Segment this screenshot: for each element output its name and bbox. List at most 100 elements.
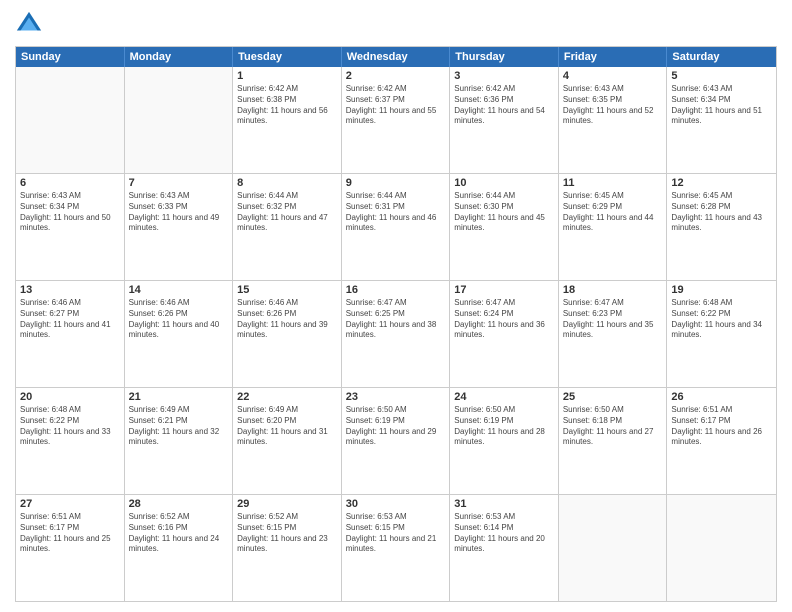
calendar-cell: 23Sunrise: 6:50 AM Sunset: 6:19 PM Dayli…: [342, 388, 451, 494]
calendar-week-row: 27Sunrise: 6:51 AM Sunset: 6:17 PM Dayli…: [16, 495, 776, 601]
calendar-cell: 16 Sunrise: 6:47 AM Sunset: 6:25 PM Dayli…: [342, 281, 451, 387]
calendar-cell: [16, 67, 125, 173]
cell-info: Sunrise: 6:46 AM Sunset: 6:26 PM Dayligh…: [129, 298, 229, 341]
weekday-header: Thursday: [450, 47, 559, 67]
cell-info: Sunrise: 6:53 AM Sunset: 6:15 PM Dayligh…: [346, 512, 446, 555]
cell-info: Sunrise: 6:44 AM Sunset: 6:30 PM Dayligh…: [454, 191, 554, 234]
weekday-header: Friday: [559, 47, 668, 67]
calendar-cell: [667, 495, 776, 601]
weekday-header: Saturday: [667, 47, 776, 67]
calendar-cell: [559, 495, 668, 601]
calendar-cell: 11 Sunrise: 6:45 AM Sunset: 6:29 PM Dayli…: [559, 174, 668, 280]
calendar-cell: 15 Sunrise: 6:46 AM Sunset: 6:26 PM Dayli…: [233, 281, 342, 387]
cell-info: Sunrise: 6:47 AM Sunset: 6:24 PM Dayligh…: [454, 298, 554, 341]
calendar-cell: 26 Sunrise: 6:51 AM Sunset: 6:17 PM Dayli…: [667, 388, 776, 494]
cell-info: Sunrise: 6:43 AM Sunset: 6:33 PM Dayligh…: [129, 191, 229, 234]
cell-info: Sunrise: 6:48 AM Sunset: 6:22 PM Dayligh…: [671, 298, 772, 341]
calendar-cell: 22 Sunrise: 6:49 AM Sunset: 6:20 PM Dayli…: [233, 388, 342, 494]
cell-info: Sunrise: 6:47 AM Sunset: 6:25 PM Dayligh…: [346, 298, 446, 341]
logo: [15, 10, 47, 38]
day-number: 22: [237, 391, 337, 403]
cell-info: Sunrise: 6:45 AM Sunset: 6:29 PM Dayligh…: [563, 191, 663, 234]
day-number: 21: [129, 391, 229, 403]
cell-info: Sunrise: 6:44 AM Sunset: 6:32 PM Dayligh…: [237, 191, 337, 234]
day-number: 20: [20, 391, 120, 403]
cell-info: Sunrise: 6:49 AM Sunset: 6:20 PM Dayligh…: [237, 405, 337, 448]
calendar: SundayMondayTuesdayWednesdayThursdayFrid…: [15, 46, 777, 602]
day-number: 9: [346, 177, 446, 189]
day-number: 19: [671, 284, 772, 296]
cell-info: Sunrise: 6:50 AM Sunset: 6:19 PM Dayligh…: [346, 405, 446, 448]
day-number: 31: [454, 498, 554, 510]
day-number: 7: [129, 177, 229, 189]
day-number: 17: [454, 284, 554, 296]
calendar-cell: [125, 67, 234, 173]
calendar-cell: 18Sunrise: 6:47 AM Sunset: 6:23 PM Dayli…: [559, 281, 668, 387]
calendar-cell: 25 Sunrise: 6:50 AM Sunset: 6:18 PM Dayli…: [559, 388, 668, 494]
day-number: 24: [454, 391, 554, 403]
day-number: 28: [129, 498, 229, 510]
weekday-header: Monday: [125, 47, 234, 67]
calendar-week-row: 13 Sunrise: 6:46 AM Sunset: 6:27 PM Dayli…: [16, 281, 776, 388]
calendar-cell: 12 Sunrise: 6:45 AM Sunset: 6:28 PM Dayli…: [667, 174, 776, 280]
weekday-header: Tuesday: [233, 47, 342, 67]
calendar-body: 1 Sunrise: 6:42 AM Sunset: 6:38 PM Daylig…: [16, 67, 776, 601]
cell-info: Sunrise: 6:53 AM Sunset: 6:14 PM Dayligh…: [454, 512, 554, 555]
day-number: 2: [346, 70, 446, 82]
day-number: 5: [671, 70, 772, 82]
cell-info: Sunrise: 6:43 AM Sunset: 6:34 PM Dayligh…: [20, 191, 120, 234]
day-number: 10: [454, 177, 554, 189]
calendar-week-row: 1 Sunrise: 6:42 AM Sunset: 6:38 PM Daylig…: [16, 67, 776, 174]
day-number: 3: [454, 70, 554, 82]
calendar-cell: 3 Sunrise: 6:42 AM Sunset: 6:36 PM Daylig…: [450, 67, 559, 173]
day-number: 1: [237, 70, 337, 82]
day-number: 16: [346, 284, 446, 296]
calendar-cell: 30 Sunrise: 6:53 AM Sunset: 6:15 PM Dayli…: [342, 495, 451, 601]
calendar-cell: 4 Sunrise: 6:43 AM Sunset: 6:35 PM Daylig…: [559, 67, 668, 173]
cell-info: Sunrise: 6:50 AM Sunset: 6:18 PM Dayligh…: [563, 405, 663, 448]
day-number: 27: [20, 498, 120, 510]
cell-info: Sunrise: 6:45 AM Sunset: 6:28 PM Dayligh…: [671, 191, 772, 234]
cell-info: Sunrise: 6:42 AM Sunset: 6:36 PM Dayligh…: [454, 84, 554, 127]
day-number: 29: [237, 498, 337, 510]
cell-info: Sunrise: 6:43 AM Sunset: 6:35 PM Dayligh…: [563, 84, 663, 127]
cell-info: Sunrise: 6:46 AM Sunset: 6:26 PM Dayligh…: [237, 298, 337, 341]
calendar-week-row: 20 Sunrise: 6:48 AM Sunset: 6:22 PM Dayli…: [16, 388, 776, 495]
weekday-header: Sunday: [16, 47, 125, 67]
day-number: 4: [563, 70, 663, 82]
cell-info: Sunrise: 6:42 AM Sunset: 6:38 PM Dayligh…: [237, 84, 337, 127]
day-number: 25: [563, 391, 663, 403]
cell-info: Sunrise: 6:46 AM Sunset: 6:27 PM Dayligh…: [20, 298, 120, 341]
calendar-cell: 6 Sunrise: 6:43 AM Sunset: 6:34 PM Daylig…: [16, 174, 125, 280]
calendar-cell: 20 Sunrise: 6:48 AM Sunset: 6:22 PM Dayli…: [16, 388, 125, 494]
calendar-cell: 28 Sunrise: 6:52 AM Sunset: 6:16 PM Dayli…: [125, 495, 234, 601]
calendar-cell: 10 Sunrise: 6:44 AM Sunset: 6:30 PM Dayli…: [450, 174, 559, 280]
day-number: 6: [20, 177, 120, 189]
calendar-cell: 21 Sunrise: 6:49 AM Sunset: 6:21 PM Dayli…: [125, 388, 234, 494]
header: [15, 10, 777, 38]
cell-info: Sunrise: 6:47 AM Sunset: 6:23 PM Dayligh…: [563, 298, 663, 341]
day-number: 15: [237, 284, 337, 296]
calendar-cell: 2 Sunrise: 6:42 AM Sunset: 6:37 PM Daylig…: [342, 67, 451, 173]
calendar-cell: 13 Sunrise: 6:46 AM Sunset: 6:27 PM Dayli…: [16, 281, 125, 387]
calendar-cell: 8 Sunrise: 6:44 AM Sunset: 6:32 PM Daylig…: [233, 174, 342, 280]
day-number: 11: [563, 177, 663, 189]
cell-info: Sunrise: 6:52 AM Sunset: 6:16 PM Dayligh…: [129, 512, 229, 555]
day-number: 13: [20, 284, 120, 296]
cell-info: Sunrise: 6:49 AM Sunset: 6:21 PM Dayligh…: [129, 405, 229, 448]
day-number: 8: [237, 177, 337, 189]
logo-icon: [15, 10, 43, 38]
day-number: 26: [671, 391, 772, 403]
weekday-header: Wednesday: [342, 47, 451, 67]
cell-info: Sunrise: 6:51 AM Sunset: 6:17 PM Dayligh…: [671, 405, 772, 448]
cell-info: Sunrise: 6:50 AM Sunset: 6:19 PM Dayligh…: [454, 405, 554, 448]
cell-info: Sunrise: 6:42 AM Sunset: 6:37 PM Dayligh…: [346, 84, 446, 127]
day-number: 30: [346, 498, 446, 510]
calendar-cell: 9Sunrise: 6:44 AM Sunset: 6:31 PM Daylig…: [342, 174, 451, 280]
day-number: 12: [671, 177, 772, 189]
calendar-header: SundayMondayTuesdayWednesdayThursdayFrid…: [16, 47, 776, 67]
calendar-cell: 14Sunrise: 6:46 AM Sunset: 6:26 PM Dayli…: [125, 281, 234, 387]
cell-info: Sunrise: 6:48 AM Sunset: 6:22 PM Dayligh…: [20, 405, 120, 448]
cell-info: Sunrise: 6:43 AM Sunset: 6:34 PM Dayligh…: [671, 84, 772, 127]
calendar-week-row: 6 Sunrise: 6:43 AM Sunset: 6:34 PM Daylig…: [16, 174, 776, 281]
